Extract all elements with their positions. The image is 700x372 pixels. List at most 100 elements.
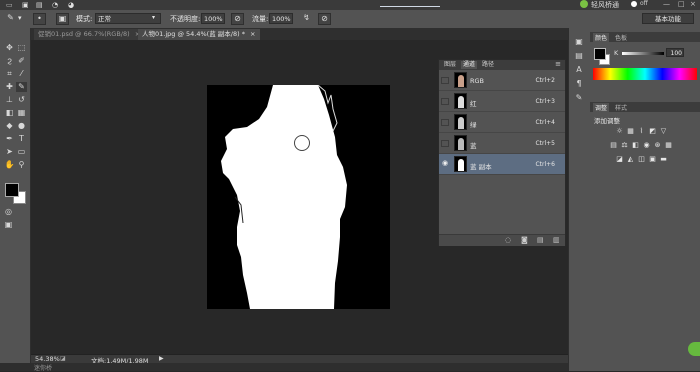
tab-close-icon[interactable]: × [250,30,255,38]
type-tool-icon[interactable]: T [16,134,27,144]
tool-preset-dropdown[interactable]: ▾ [18,14,22,22]
foreground-swatch-top[interactable] [594,48,606,60]
color-lookup-icon[interactable]: ▦ [664,141,673,149]
history-icon[interactable]: ▣ [573,36,585,47]
k-value-field[interactable]: 100 [666,48,684,57]
brightness-icon[interactable]: ☼ [615,127,624,135]
path-select-tool-icon[interactable]: ➤ [4,147,15,157]
tab-paths[interactable]: 路径 [480,61,496,69]
new-channel-icon[interactable]: ▤ [537,236,544,244]
tab-document-1[interactable]: 促销01.psd @ 66.7%(RGB/8) × [34,29,145,40]
trash-icon[interactable]: ▥ [553,236,560,244]
share-icon[interactable]: ◪ [60,355,66,362]
maximize-button[interactable]: □ [678,0,685,8]
eraser-tool-icon[interactable]: ◧ [4,108,15,118]
dotted-circle-icon[interactable]: ◌ [505,236,511,244]
channel-mixer-icon[interactable]: ⊛ [653,141,662,149]
pen-tool-icon[interactable]: ✒ [4,134,15,144]
tab-document-2[interactable]: 人物01.jpg @ 54.4%(蓝 副本/8) * × [138,29,260,40]
properties-icon[interactable]: ▤ [573,50,585,61]
zoom-level[interactable]: 54.38% [35,355,60,363]
history-brush-tool-icon[interactable]: ↺ [16,95,27,105]
gradient-tool-icon[interactable]: ▦ [16,108,27,118]
screen-mode-icon[interactable]: ▣ [3,220,14,230]
floating-assist-button[interactable] [688,342,700,356]
threshold-icon[interactable]: ◫ [637,155,646,163]
hue-saturation-icon[interactable]: ▤ [609,141,618,149]
visibility-toggle[interactable] [441,77,449,84]
brush-tool-icon[interactable]: ✎ [16,82,27,92]
selective-color-icon[interactable]: ▣ [648,155,657,163]
curves-icon[interactable]: ⌇ [637,127,646,135]
color-spectrum[interactable] [593,68,697,80]
photo-filter-icon[interactable]: ◉ [642,141,651,149]
lasso-tool-icon[interactable]: ϩ [4,56,15,66]
brush-presets-icon[interactable]: ✎ [573,92,585,103]
minimize-button[interactable]: — [663,0,670,8]
brush-panel-icon[interactable]: ▣ [56,13,69,25]
vibrance-icon[interactable]: ▽ [659,127,668,135]
channel-row-rgb[interactable]: RGB Ctrl+2 [439,70,565,91]
airbrush-icon[interactable]: ↯ [300,13,313,25]
gradient-map-icon[interactable]: ▬ [659,155,668,163]
document-canvas[interactable] [207,84,390,309]
character-icon[interactable]: A [573,64,585,75]
visibility-toggle[interactable] [441,119,449,126]
channels-panel: 图层 通道 路径 ≡ RGB Ctrl+2 红 Ctrl+3 绿 Ctrl+4 … [438,59,566,246]
eye-icon[interactable]: ◉ [441,160,449,168]
menu-item[interactable]: ▤ [36,1,43,9]
visibility-toggle[interactable] [441,140,449,147]
brush-tool-icon[interactable]: ✎ [4,13,17,25]
tab-swatches[interactable]: 色板 [615,33,627,42]
marquee-tool-icon[interactable]: ⬚ [16,43,27,53]
mask-icon[interactable]: ◙ [521,236,528,244]
posterize-icon[interactable]: ◭ [626,155,635,163]
menu-item[interactable]: ◔ [52,1,58,9]
menu-item[interactable]: ▣ [22,1,29,9]
toggle-icon[interactable] [631,1,637,7]
tab-layers[interactable]: 图层 [442,61,458,69]
tab-adjustments[interactable]: 调整 [593,103,610,112]
foreground-color-swatch-top[interactable] [5,183,19,197]
tab-styles[interactable]: 样式 [615,103,627,112]
dodge-tool-icon[interactable]: ● [16,121,27,131]
channel-row-blue-copy[interactable]: ◉ 蓝 副本 Ctrl+6 [439,154,565,175]
healing-tool-icon[interactable]: ✚ [4,82,15,92]
channel-row-green[interactable]: 绿 Ctrl+4 [439,112,565,133]
menu-item[interactable]: ◕ [68,1,74,9]
quick-select-tool-icon[interactable]: ✐ [16,56,27,66]
hand-tool-icon[interactable]: ✋ [4,160,15,170]
visibility-toggle[interactable] [441,98,449,105]
paragraph-icon[interactable]: ¶ [573,78,585,89]
status-menu-arrow-icon[interactable]: ▶ [159,355,164,362]
color-balance-icon[interactable]: ⚖ [620,141,629,149]
tab-color[interactable]: 颜色 [593,33,610,42]
black-white-icon[interactable]: ◧ [631,141,640,149]
mode-chevron-down-icon[interactable]: ▾ [152,14,155,21]
stamp-tool-icon[interactable]: ⊥ [4,95,15,105]
levels-icon[interactable]: ▦ [626,127,635,135]
blur-tool-icon[interactable]: ◆ [4,121,15,131]
brush-cursor [294,135,310,151]
exposure-icon[interactable]: ◩ [648,127,657,135]
quick-mask-icon[interactable]: ◎ [3,207,14,217]
move-tool-icon[interactable]: ✥ [4,43,15,53]
channel-row-red[interactable]: 红 Ctrl+3 [439,91,565,112]
crop-tool-icon[interactable]: ⌗ [4,69,15,79]
eyedropper-tool-icon[interactable]: ⁄ [16,69,27,79]
k-slider[interactable] [622,52,664,55]
channel-row-blue[interactable]: 蓝 Ctrl+5 [439,133,565,154]
pressure-size-icon[interactable]: ⊘ [318,13,331,25]
panel-menu-icon[interactable]: ≡ [555,60,561,68]
tab-channels[interactable]: 通道 [461,61,478,69]
workspace-select[interactable]: 基本功能 [642,13,694,24]
brush-size-icon[interactable]: • [33,13,46,25]
zoom-tool-icon[interactable]: ⚲ [16,160,27,170]
shape-tool-icon[interactable]: ▭ [16,147,27,157]
opacity-field[interactable]: 100% [201,13,225,24]
flow-field[interactable]: 100% [269,13,293,24]
ps-logo-icon[interactable]: ▭ [6,1,13,9]
invert-icon[interactable]: ◪ [615,155,624,163]
close-button[interactable]: × [690,0,696,8]
pressure-opacity-icon[interactable]: ⊘ [231,13,244,25]
